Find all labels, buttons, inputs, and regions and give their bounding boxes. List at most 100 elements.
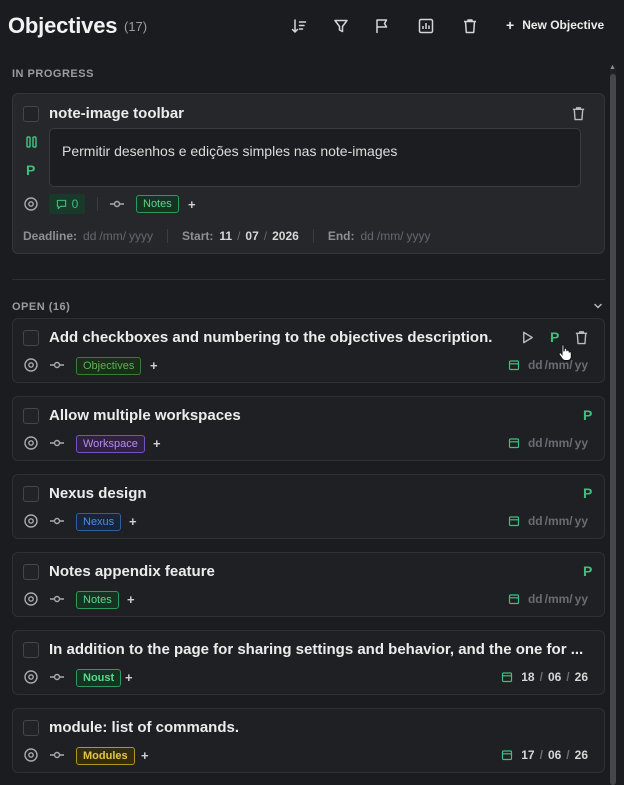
objective-checkbox[interactable] [23,486,39,502]
objective-card[interactable]: Notes appendix feature P Notes + dd /mm/… [12,552,605,617]
start-day[interactable]: 11 [219,229,232,243]
deadline-field[interactable]: dd /mm/ yy [508,436,588,450]
deadline-month[interactable]: /mm/ [99,229,126,243]
objective-checkbox[interactable] [23,330,39,346]
add-tag-button[interactable]: + [125,670,133,685]
end-year[interactable]: yyyy [407,229,431,243]
pause-icon[interactable] [25,135,39,149]
calendar-icon [502,672,513,683]
section-divider [12,279,605,280]
date-year: yy [574,592,588,606]
objective-title[interactable]: Allow multiple workspaces [49,407,241,424]
deadline-day[interactable]: dd [83,229,96,243]
tag-chip[interactable]: Objectives [76,357,142,375]
objective-title[interactable]: Nexus design [49,485,147,502]
filter-button[interactable] [330,15,352,37]
deadline-field[interactable]: 17 / 06 / 26 [501,748,588,762]
scroll-up-icon[interactable]: ▲ [609,64,616,71]
add-tag-button[interactable]: + [150,358,158,373]
in-progress-card[interactable]: note-image toolbar P Permitir desenhos e… [12,93,605,254]
objective-card[interactable]: Add checkboxes and numbering to the obje… [12,318,605,383]
objective-title[interactable]: note-image toolbar [49,105,184,122]
objective-card[interactable]: Nexus design P Nexus + dd /mm/ yy [12,474,605,539]
date-year: 26 [574,748,588,762]
deadline-year[interactable]: yyyy [129,229,153,243]
date-day: 18 [521,670,535,684]
objective-title[interactable]: Add checkboxes and numbering to the obje… [49,329,519,346]
objective-checkbox[interactable] [23,720,39,736]
add-tag-button[interactable]: + [153,436,161,451]
objective-title[interactable]: module: list of commands. [49,719,239,736]
target-icon [23,196,39,212]
commit-icon [49,669,65,685]
end-month[interactable]: /mm/ [377,229,404,243]
plus-icon: + [506,17,515,33]
comment-count: 0 [71,197,79,211]
delete-button[interactable] [459,15,481,37]
description-field[interactable]: Permitir desenhos e edições simples nas … [49,128,581,187]
tag-chip[interactable]: Nexus [76,513,122,531]
chevron-down-icon[interactable] [592,300,604,312]
objective-title[interactable]: Notes appendix feature [49,563,215,580]
priority-badge[interactable]: P [583,563,592,579]
objective-checkbox[interactable] [23,642,39,658]
tag-chip[interactable]: Noust [76,669,122,687]
objective-checkbox[interactable] [23,564,39,580]
objective-card[interactable]: Allow multiple workspaces P Workspace + … [12,396,605,461]
divider [312,229,314,243]
target-icon [23,669,39,685]
tag-chip[interactable]: Modules [76,747,135,765]
priority-badge[interactable]: P [583,485,592,501]
date-month: 06 [547,748,562,762]
new-objective-label: New Objective [522,18,605,32]
tag-chip[interactable]: Workspace [76,435,145,453]
trash-icon [464,19,476,34]
add-tag-button[interactable]: + [127,592,135,607]
objective-count: (17) [124,19,148,34]
add-tag-button[interactable]: + [188,197,196,212]
start-button[interactable] [518,328,536,346]
target-icon [23,357,39,373]
objective-card[interactable]: module: list of commands. Modules + 17 /… [12,708,605,773]
objective-title[interactable]: In addition to the page for sharing sett… [49,641,589,658]
calendar-icon [508,594,520,605]
objective-checkbox[interactable] [23,408,39,424]
commit-icon [49,747,65,763]
date-day: dd [527,514,543,528]
objective-checkbox[interactable] [23,106,39,122]
add-tag-button[interactable]: + [129,514,137,529]
target-icon [23,747,39,763]
date-year: yy [574,514,588,528]
filter-icon [334,19,348,33]
deadline-field[interactable]: dd /mm/ yy [508,592,588,606]
new-objective-button[interactable]: + New Objective [506,17,604,33]
delete-objective-button[interactable] [572,328,590,346]
date-month: /mm/ [544,436,573,450]
date-year: yy [574,436,588,450]
calendar-icon [508,516,520,527]
tag-chip[interactable]: Notes [76,591,119,609]
sort-descending-icon [291,19,307,34]
chart-button[interactable] [415,15,437,37]
comments-button[interactable]: 0 [49,194,85,214]
tag-chip[interactable]: Notes [136,195,179,213]
date-day: dd [527,592,543,606]
date-year: yy [574,358,588,372]
flag-button[interactable] [371,15,393,37]
deadline-field[interactable]: dd /mm/ yy [508,358,588,372]
priority-badge[interactable]: P [583,407,592,423]
add-tag-button[interactable]: + [141,748,149,763]
start-year[interactable]: 2026 [272,229,299,243]
delete-objective-button[interactable] [569,104,587,122]
start-month[interactable]: 07 [245,229,258,243]
deadline-field[interactable]: 18 / 06 / 26 [501,670,588,684]
objective-card[interactable]: In addition to the page for sharing sett… [12,630,605,695]
priority-badge[interactable]: P [26,162,35,178]
trash-icon [572,106,584,120]
chart-icon [418,18,434,34]
scrollbar-thumb[interactable] [610,74,616,785]
sort-button[interactable] [288,15,310,37]
deadline-field[interactable]: dd /mm/ yy [508,514,588,528]
trash-icon [575,330,587,344]
end-day[interactable]: dd [361,229,374,243]
